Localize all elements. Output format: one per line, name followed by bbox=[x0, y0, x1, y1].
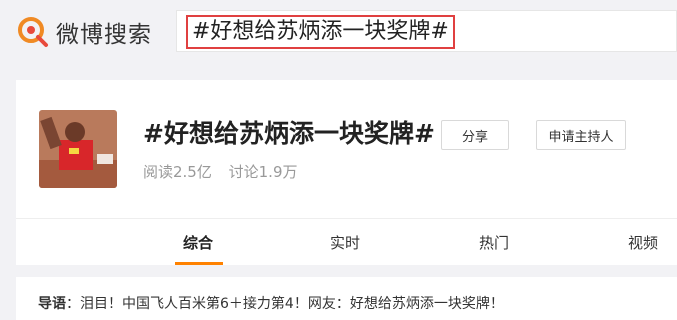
apply-host-button[interactable]: 申请主持人 bbox=[536, 120, 626, 150]
search-logo-icon bbox=[18, 17, 48, 47]
topic-title: #好想给苏炳添一块奖牌# bbox=[143, 119, 435, 148]
guide-colon: ： bbox=[66, 296, 80, 312]
share-button[interactable]: 分享 bbox=[441, 120, 509, 150]
topic-stats: 阅读2.5亿 讨论1.9万 bbox=[143, 161, 298, 182]
athlete-photo bbox=[39, 110, 117, 188]
active-tab-indicator bbox=[175, 262, 223, 265]
tab-video[interactable]: 视频 bbox=[628, 232, 658, 253]
search-query-text[interactable]: #好想给苏炳添一块奖牌# bbox=[186, 15, 455, 49]
guide-text: 导语：泪目！中国飞人百米第6＋接力第4！网友：好想给苏炳添一块奖牌！ bbox=[38, 293, 504, 313]
tab-comprehensive[interactable]: 综合 bbox=[183, 232, 213, 253]
guide-label: 导语 bbox=[38, 296, 66, 312]
topic-avatar bbox=[39, 110, 117, 188]
divider bbox=[16, 218, 677, 219]
logo-text: 微博搜索 bbox=[56, 22, 152, 48]
guide-content: 泪目！中国飞人百米第6＋接力第4！网友：好想给苏炳添一块奖牌！ bbox=[80, 296, 504, 312]
discussion-count: 讨论1.9万 bbox=[228, 163, 298, 181]
tab-hot[interactable]: 热门 bbox=[479, 232, 509, 253]
read-count: 阅读2.5亿 bbox=[143, 163, 212, 181]
weibo-search-logo[interactable]: 微博搜索 bbox=[16, 14, 152, 50]
tab-realtime[interactable]: 实时 bbox=[330, 232, 360, 253]
